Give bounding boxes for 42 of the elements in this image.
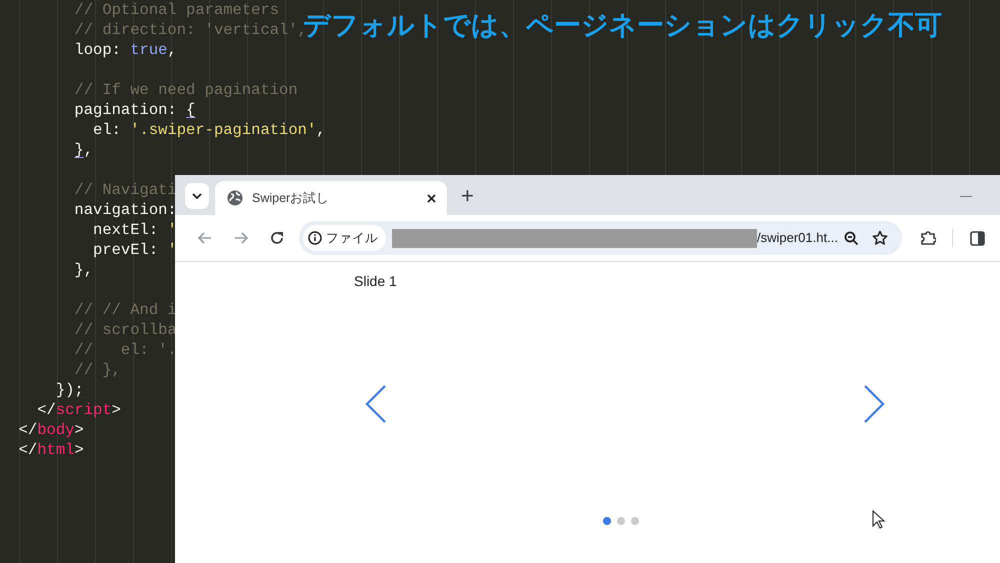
url-text: /swiper01.ht... xyxy=(757,229,838,248)
next-slide-button[interactable] xyxy=(862,384,886,424)
info-icon xyxy=(308,231,322,245)
back-arrow-icon xyxy=(198,232,212,244)
code-line: prevEl: ' xyxy=(92,240,177,260)
previous-slide-button[interactable] xyxy=(364,384,388,424)
code-line: pagination: { xyxy=(73,100,196,120)
code-line: loop: true, xyxy=(73,40,177,60)
close-icon xyxy=(426,194,436,202)
code-line: // scrollba xyxy=(73,320,177,340)
code-line: // If we need pagination xyxy=(73,80,298,100)
chevron-right-icon xyxy=(862,384,886,424)
puzzle-piece-icon xyxy=(920,230,936,246)
code-line: // // And i xyxy=(73,300,177,320)
code-line: }, xyxy=(73,260,94,280)
reload-icon xyxy=(270,231,284,245)
code-line: // el: '. xyxy=(73,340,177,360)
code-line: }, xyxy=(73,140,94,160)
forward-arrow-icon xyxy=(234,232,248,244)
code-line: el: '.swiper-pagination', xyxy=(92,120,326,140)
site-info-chip[interactable]: ファイル xyxy=(303,225,386,251)
code-line: nextEl: ' xyxy=(92,220,177,240)
slide-label: Slide 1 xyxy=(354,272,397,291)
magnifier-icon xyxy=(844,230,860,246)
code-line: // Navigati xyxy=(73,180,177,200)
code-line: navigation: xyxy=(73,200,177,220)
side-panel-icon xyxy=(970,230,984,246)
new-tab-button[interactable]: + xyxy=(457,185,478,207)
browser-tab[interactable]: Swiperお試し xyxy=(215,181,447,215)
code-line: </body> xyxy=(18,420,84,440)
chevron-left-icon xyxy=(364,384,388,424)
globe-icon xyxy=(227,190,243,206)
code-line: </html> xyxy=(18,440,84,460)
code-line: // }, xyxy=(73,360,121,380)
mouse-cursor-icon xyxy=(872,510,886,530)
tab-search-button[interactable] xyxy=(185,183,209,209)
address-bar[interactable]: ファイル /swiper01.ht... xyxy=(299,221,902,255)
code-line: // Optional parameters xyxy=(73,0,280,20)
chevron-down-icon xyxy=(192,193,202,199)
code-line: }); xyxy=(54,380,84,400)
code-line: </script> xyxy=(36,400,121,420)
star-icon xyxy=(872,230,888,246)
